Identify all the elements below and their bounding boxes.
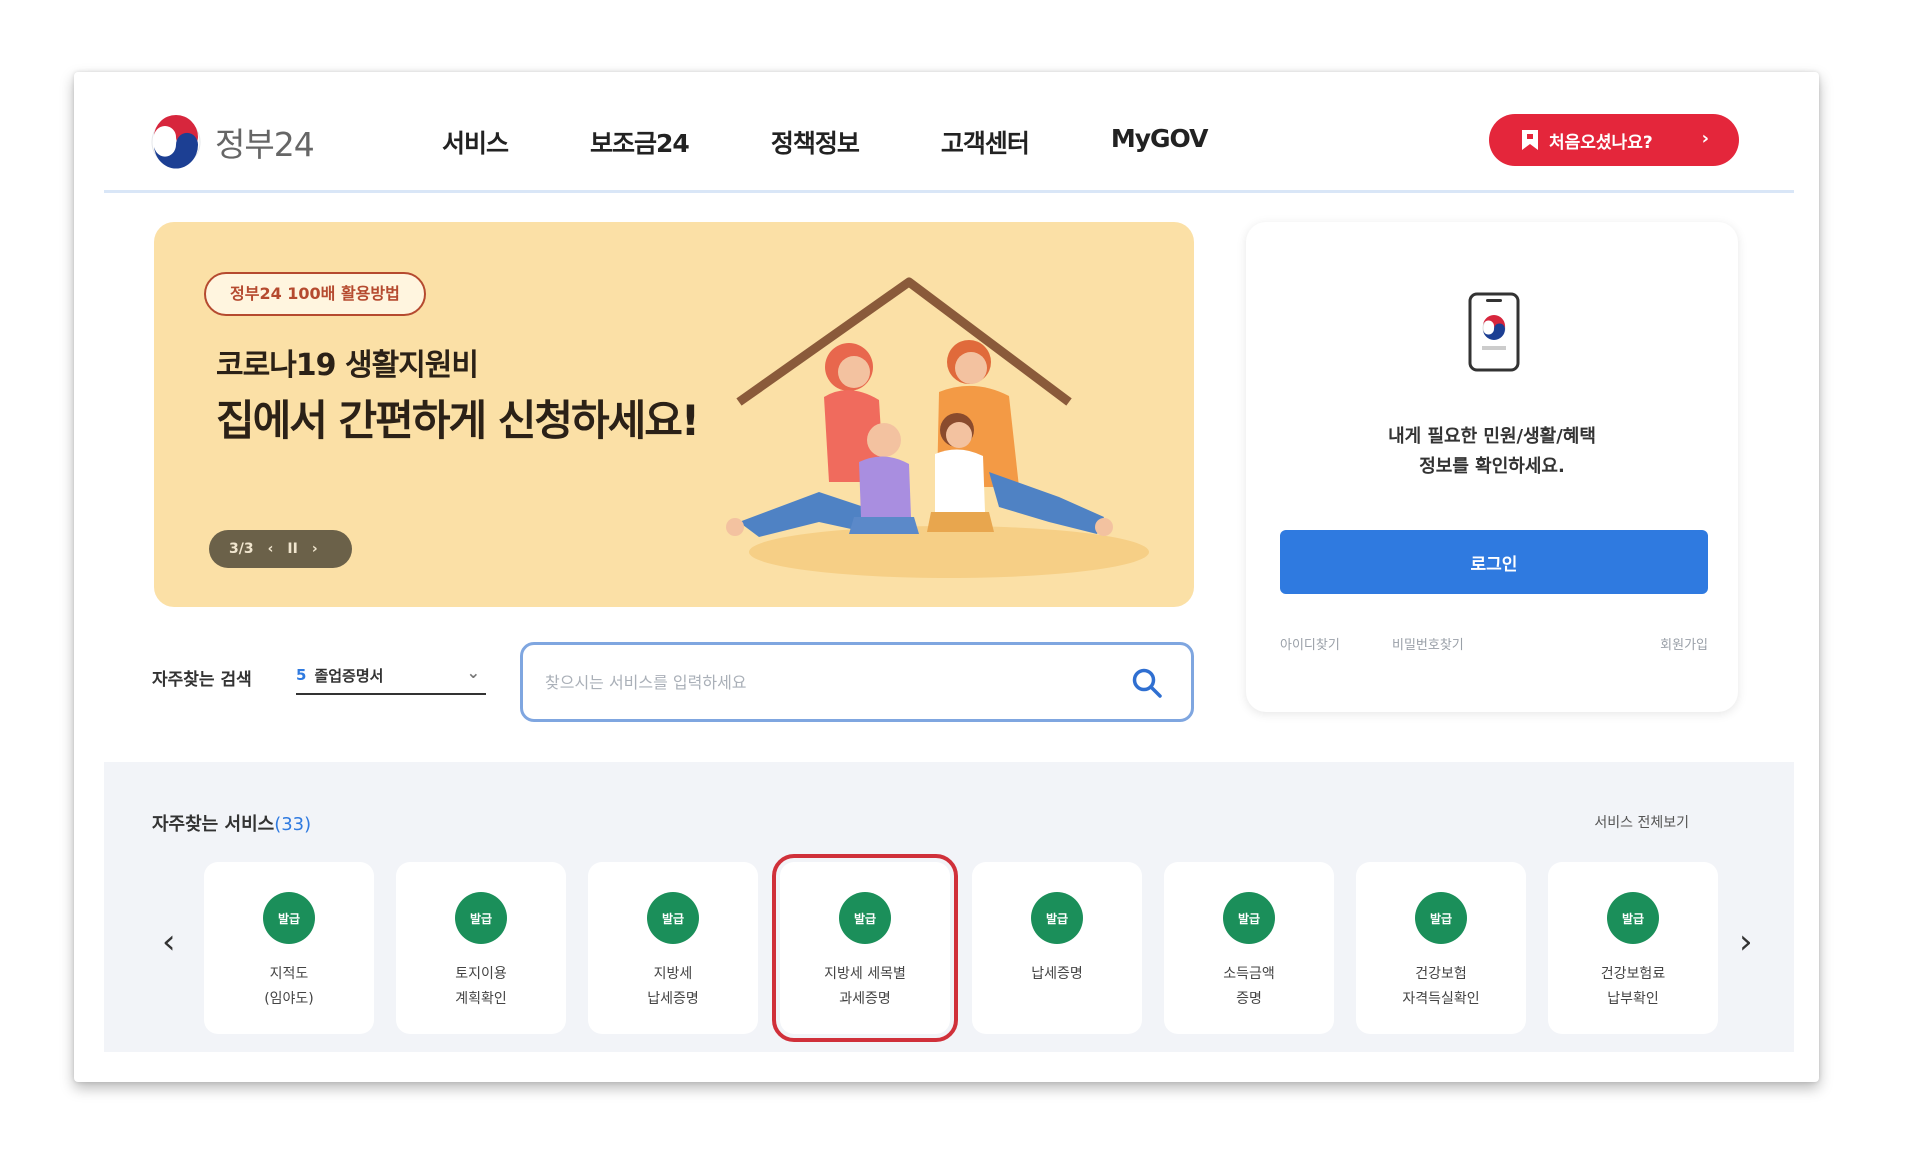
service-card[interactable]: 발급 토지이용 계획확인 [396, 862, 566, 1034]
first-visit-button[interactable]: 처음오셨나요? › [1489, 114, 1739, 166]
taegeuk-logo-icon [151, 115, 201, 169]
banner-pager: 3/3 ‹ II › [209, 530, 352, 568]
service-card-highlighted[interactable]: 발급 지방세 세목별 과세증명 [772, 854, 958, 1042]
search-box [520, 642, 1194, 722]
nav-item-subsidy24[interactable]: 보조금24 [590, 124, 690, 160]
browser-frame: 정부24 서비스 보조금24 정책정보 고객센터 MyGOV 처음오셨나요? ›… [74, 72, 1819, 1082]
favorite-search-select[interactable]: 5 졸업증명서 ⌄ [296, 657, 486, 695]
frequent-services-count: (33) [274, 814, 312, 835]
frequent-services-section: 자주찾는 서비스(33) 서비스 전체보기 ‹ › 발급 지적도 (임야도) 발… [104, 762, 1794, 1052]
search-input[interactable] [545, 663, 1105, 701]
search-icon[interactable] [1131, 667, 1163, 699]
issue-badge: 발급 [839, 892, 891, 944]
mobile-phone-icon [1468, 292, 1520, 372]
pager-count: 3/3 [229, 541, 254, 557]
pager-prev-icon[interactable]: ‹ [268, 541, 274, 557]
service-name: 지방세 세목별 과세증명 [824, 966, 906, 1007]
service-name: 소득금액 증명 [1223, 966, 1275, 1007]
favorite-search-label: 자주찾는 검색 [152, 670, 252, 690]
login-message-line1: 내게 필요한 민원/생활/혜택 [1388, 426, 1596, 447]
issue-badge: 발급 [1607, 892, 1659, 944]
login-message-line2: 정보를 확인하세요. [1419, 456, 1565, 477]
chevron-right-icon: › [1701, 128, 1709, 149]
favorite-search-value: 졸업증명서 [314, 666, 384, 685]
pager-next-icon[interactable]: › [312, 541, 318, 557]
find-password-link[interactable]: 비밀번호찾기 [1392, 634, 1464, 653]
signup-link[interactable]: 회원가입 [1660, 634, 1708, 653]
promo-banner[interactable]: 정부24 100배 활용방법 코로나19 생활지원비 집에서 간편하게 신청하세… [154, 222, 1194, 607]
issue-badge: 발급 [1223, 892, 1275, 944]
service-card[interactable]: 발급 소득금액 증명 [1164, 862, 1334, 1034]
nav-item-customer-center[interactable]: 고객센터 [941, 124, 1030, 160]
issue-badge: 발급 [263, 892, 315, 944]
service-name: 토지이용 계획확인 [455, 966, 507, 1007]
banner-subtitle: 코로나19 생활지원비 [216, 348, 479, 383]
bookmark-icon [1522, 130, 1538, 150]
login-button[interactable]: 로그인 [1280, 530, 1708, 594]
frequent-services-title-text: 자주찾는 서비스 [152, 814, 275, 835]
favorite-search-rank: 5 [296, 666, 307, 684]
logo-text: 정부24 [215, 125, 315, 164]
service-name: 지방세 납세증명 [647, 966, 699, 1007]
nav-item-policy[interactable]: 정책정보 [771, 124, 860, 160]
issue-badge: 발급 [1415, 892, 1467, 944]
service-card[interactable]: 발급 건강보험 자격득실확인 [1356, 862, 1526, 1034]
service-card[interactable]: 발급 건강보험료 납부확인 [1548, 862, 1718, 1034]
chevron-down-icon: ⌄ [466, 663, 480, 682]
main-nav: 서비스 보조금24 정책정보 고객센터 MyGOV [442, 124, 1289, 160]
find-id-link[interactable]: 아이디찾기 [1280, 634, 1340, 653]
first-visit-label: 처음오셨나요? [1549, 132, 1653, 153]
issue-badge: 발급 [455, 892, 507, 944]
site-logo[interactable]: 정부24 [149, 115, 315, 169]
header-divider [104, 190, 1794, 193]
service-card[interactable]: 발급 지방세 납세증명 [588, 862, 758, 1034]
service-card[interactable]: 발급 납세증명 [972, 862, 1142, 1034]
nav-item-services[interactable]: 서비스 [442, 124, 509, 160]
carousel-prev-icon[interactable]: ‹ [162, 922, 176, 962]
service-card[interactable]: 발급 지적도 (임야도) [204, 862, 374, 1034]
family-house-illustration [726, 277, 1149, 578]
nav-item-mygov[interactable]: MyGOV [1111, 124, 1209, 160]
issue-badge: 발급 [1031, 892, 1083, 944]
service-name: 건강보험료 납부확인 [1600, 966, 1666, 1007]
banner-tag: 정부24 100배 활용방법 [204, 272, 426, 316]
banner-title: 집에서 간편하게 신청하세요! [216, 396, 700, 445]
login-card: 내게 필요한 민원/생활/혜택 정보를 확인하세요. 로그인 아이디찾기 비밀번… [1246, 222, 1738, 712]
login-message: 내게 필요한 민원/생활/혜택 정보를 확인하세요. [1246, 422, 1738, 482]
pager-pause-icon[interactable]: II [287, 541, 297, 557]
carousel-next-icon[interactable]: › [1739, 922, 1753, 962]
service-name: 지적도 (임야도) [264, 966, 314, 1007]
issue-badge: 발급 [647, 892, 699, 944]
view-all-services-link[interactable]: 서비스 전체보기 [1594, 812, 1689, 832]
service-name: 납세증명 [1031, 966, 1083, 982]
frequent-services-title: 자주찾는 서비스(33) [152, 810, 311, 836]
site-header: 정부24 서비스 보조금24 정책정보 고객센터 MyGOV 처음오셨나요? › [74, 72, 1819, 193]
service-name: 건강보험 자격득실확인 [1402, 966, 1480, 1007]
